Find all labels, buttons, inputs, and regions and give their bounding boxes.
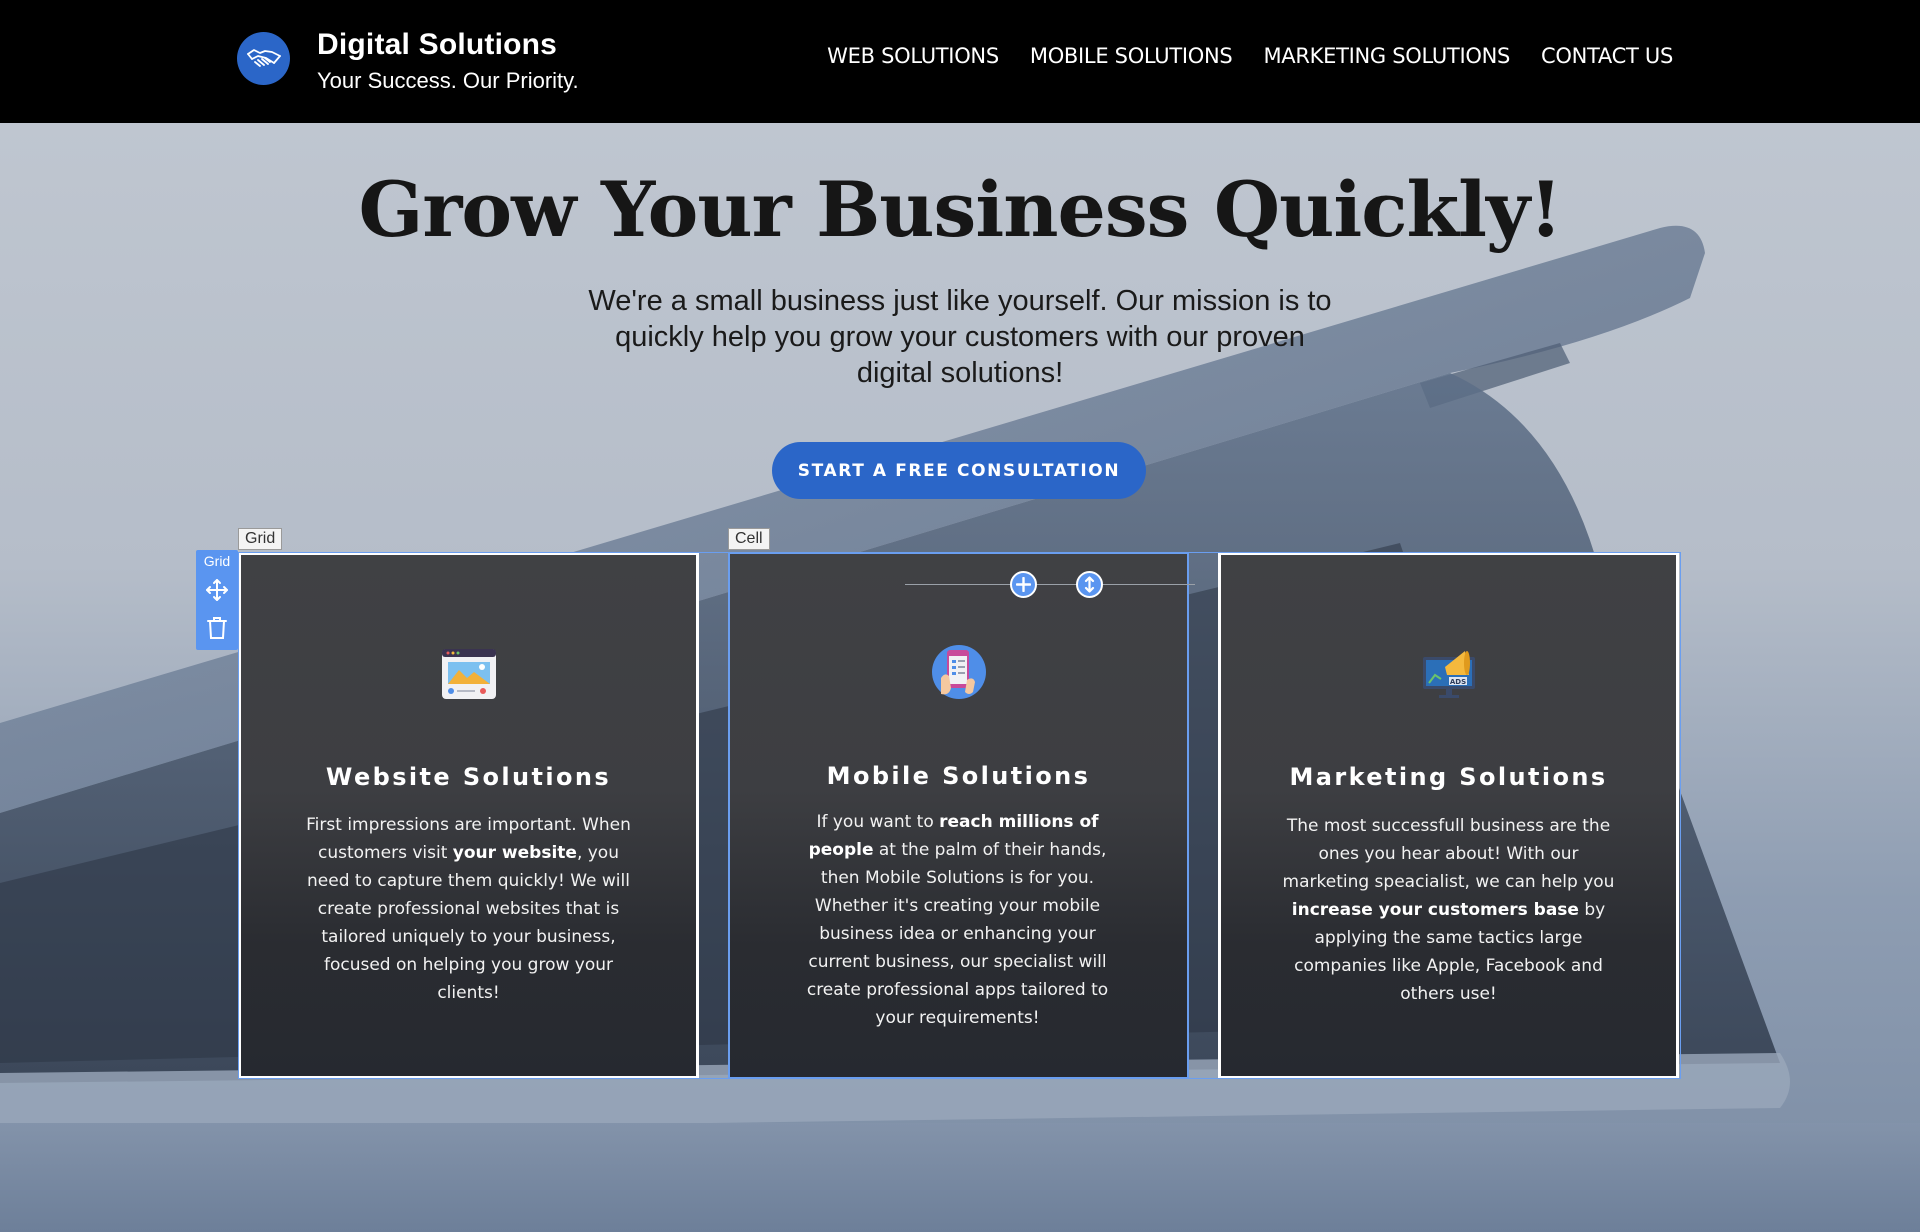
grid-selection-outline <box>238 552 1681 1079</box>
start-consultation-button[interactable]: START A FREE CONSULTATION <box>772 442 1146 499</box>
add-row-button[interactable] <box>1010 571 1037 598</box>
cell-tag-label[interactable]: Cell <box>728 528 770 550</box>
brand-tagline: Your Success. Our Priority. <box>317 68 579 93</box>
grid-toolbar-label: Grid <box>203 553 231 569</box>
trash-icon[interactable] <box>206 616 228 640</box>
site-header: Digital Solutions Your Success. Our Prio… <box>0 0 1920 123</box>
vertical-resize-icon <box>1084 576 1095 593</box>
cell-toolbar <box>905 569 1195 599</box>
move-icon[interactable] <box>205 578 229 602</box>
plus-icon <box>1016 577 1031 592</box>
nav-contact-us[interactable]: CONTACT US <box>1541 44 1673 68</box>
handshake-icon[interactable] <box>237 32 290 85</box>
nav-web-solutions[interactable]: WEB SOLUTIONS <box>827 44 999 68</box>
grid-tag-label[interactable]: Grid <box>238 528 283 550</box>
grid-toolbar: Grid <box>196 550 238 650</box>
main-nav: WEB SOLUTIONS MOBILE SOLUTIONS MARKETING… <box>827 44 1673 68</box>
resize-handle[interactable] <box>1076 571 1103 598</box>
nav-marketing-solutions[interactable]: MARKETING SOLUTIONS <box>1263 44 1510 68</box>
cell-toolbar-line <box>905 584 1195 585</box>
hero-title: Grow Your Business Quickly! <box>358 165 1562 254</box>
hero-subtitle: We're a small business just like yoursel… <box>588 285 1332 389</box>
nav-mobile-solutions[interactable]: MOBILE SOLUTIONS <box>1030 44 1233 68</box>
brand-name[interactable]: Digital Solutions <box>317 28 557 62</box>
